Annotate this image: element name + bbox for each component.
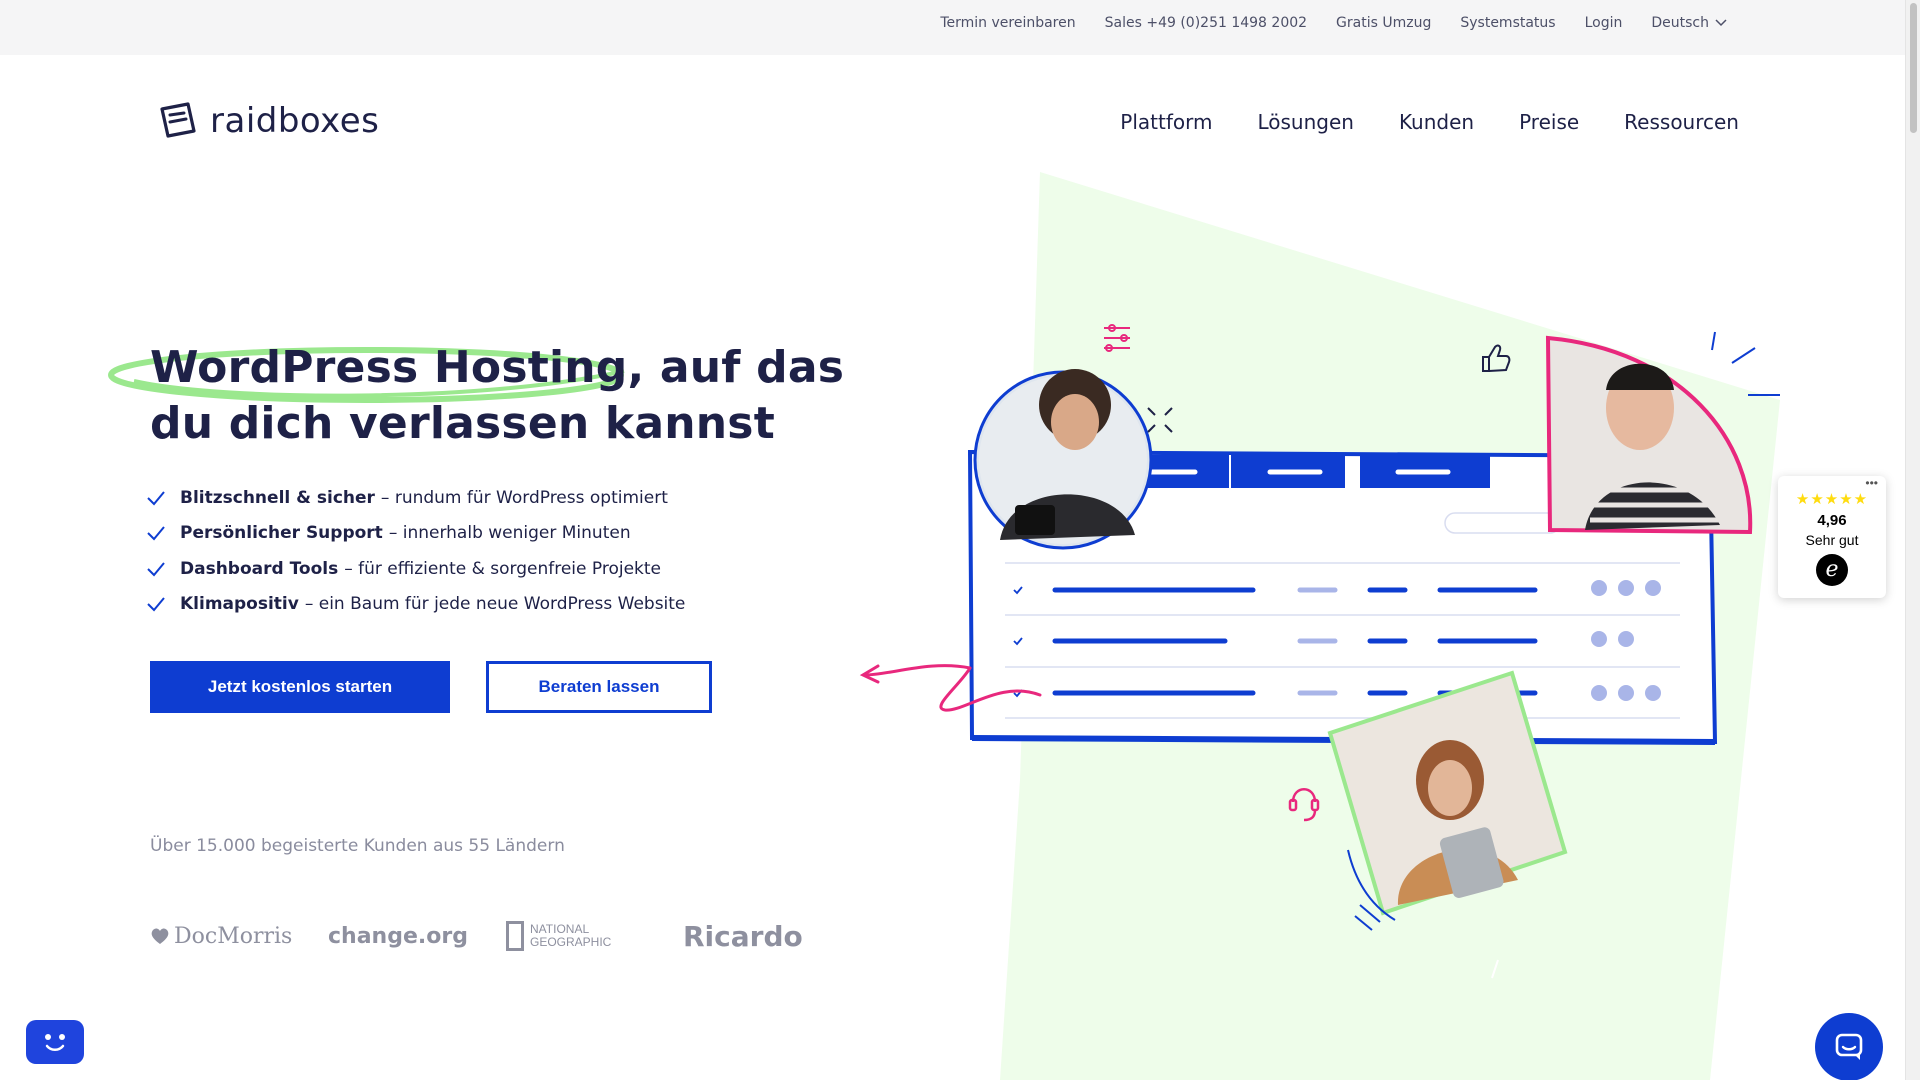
hero-title: WordPress Hosting, auf das du dich verla… (150, 340, 845, 452)
check-icon (147, 597, 165, 612)
avatar-man-phone (1545, 335, 1753, 535)
raidboxes-logo[interactable]: raidboxes (158, 101, 379, 141)
customers-text: Über 15.000 begeisterte Kunden aus 55 Lä… (150, 836, 565, 856)
customer-logos: DocMorris change.org NATIONAL GEOGRAPHIC… (150, 912, 810, 960)
chat-bot-button[interactable] (26, 1020, 84, 1064)
main-navigation: Plattform Lösungen Kunden Preise Ressour… (1120, 110, 1739, 134)
change-org-logo: change.org (328, 912, 468, 960)
utility-links: Termin vereinbaren Sales +49 (0)251 1498… (940, 0, 1727, 45)
check-icon (147, 562, 165, 577)
feature-item: Dashboard Tools – für effiziente & sorge… (146, 551, 685, 587)
natgeo-line-2: GEOGRAPHIC (530, 935, 612, 949)
link-login[interactable]: Login (1585, 15, 1623, 31)
trusted-shops-review-widget[interactable]: ••• ★★★★★ 4,96 Sehr gut e (1778, 476, 1886, 598)
logo-text: raidboxes (210, 101, 380, 141)
hero-title-line-1: WordPress Hosting, auf das (150, 342, 845, 393)
docmorris-logo: DocMorris (150, 912, 292, 960)
language-label: Deutsch (1651, 14, 1709, 31)
docmorris-heart-icon (151, 928, 169, 944)
feature-item: Klimapositiv – ein Baum für jede neue Wo… (146, 587, 685, 623)
ricardo-logo: Ricardo (683, 912, 803, 960)
chat-button[interactable] (1815, 1013, 1883, 1080)
natgeo-frame (506, 921, 524, 951)
chat-bot-icon (45, 1034, 65, 1051)
docmorris-text: DocMorris (174, 923, 293, 949)
ricardo-text: Ricardo (683, 919, 803, 953)
check-icon (147, 526, 165, 541)
feature-text: – ein Baum für jede neue WordPress Websi… (304, 594, 686, 615)
scrollbar-thumb[interactable] (1910, 3, 1917, 133)
page-scrollbar[interactable] (1905, 0, 1920, 1080)
nav-preise[interactable]: Preise (1519, 110, 1579, 134)
feature-item: Blitzschnell & sicher – rundum für WordP… (146, 480, 685, 516)
raidboxes-logo-icon (160, 102, 196, 138)
top-utility-bar: Termin vereinbaren Sales +49 (0)251 1498… (0, 0, 1905, 55)
link-sales-phone[interactable]: Sales +49 (0)251 1498 2002 (1105, 15, 1307, 31)
feature-text: – innerhalb weniger Minuten (388, 523, 631, 544)
sliders-icon (1104, 324, 1130, 352)
hero-title-line-2: du dich verlassen kannst (150, 398, 775, 449)
feature-bold: Dashboard Tools (180, 558, 339, 579)
nav-kunden[interactable]: Kunden (1399, 110, 1474, 134)
nav-ressourcen[interactable]: Ressourcen (1624, 110, 1739, 134)
avatar-photographer (973, 369, 1153, 550)
chat-icon (1835, 1033, 1863, 1060)
consultation-button[interactable]: Beraten lassen (486, 661, 712, 713)
hero-illustration (859, 172, 1780, 1080)
language-selector[interactable]: Deutsch (1651, 15, 1727, 31)
link-termin-vereinbaren[interactable]: Termin vereinbaren (940, 15, 1075, 31)
feature-list: Blitzschnell & sicher – rundum für WordP… (146, 480, 685, 622)
rating-score: 4,96 (1817, 512, 1847, 529)
natgeo-text: NATIONAL GEOGRAPHIC (530, 923, 611, 949)
link-gratis-umzug[interactable]: Gratis Umzug (1336, 15, 1431, 31)
feature-bold: Persönlicher Support (180, 523, 383, 544)
feature-bold: Klimapositiv (180, 594, 299, 615)
trusted-shops-badge: e (1816, 554, 1848, 586)
chevron-down-icon (1715, 18, 1727, 26)
nav-plattform[interactable]: Plattform (1120, 110, 1212, 134)
change-org-text: change.org (328, 923, 468, 949)
rating-stars: ★★★★★ (1795, 491, 1869, 508)
feature-text: – rundum für WordPress optimiert (380, 487, 668, 508)
feature-text: – für effiziente & sorgenfreie Projekte (344, 558, 662, 579)
nav-loesungen[interactable]: Lösungen (1257, 110, 1353, 134)
check-icon (147, 491, 165, 506)
more-options-icon[interactable]: ••• (1865, 476, 1878, 490)
link-systemstatus[interactable]: Systemstatus (1460, 15, 1555, 31)
feature-item: Persönlicher Support – innerhalb weniger… (146, 516, 685, 552)
national-geographic-logo: NATIONAL GEOGRAPHIC (506, 912, 611, 960)
feature-bold: Blitzschnell & sicher (180, 487, 375, 508)
rating-label: Sehr gut (1805, 532, 1859, 548)
start-free-button[interactable]: Jetzt kostenlos starten (150, 661, 450, 713)
